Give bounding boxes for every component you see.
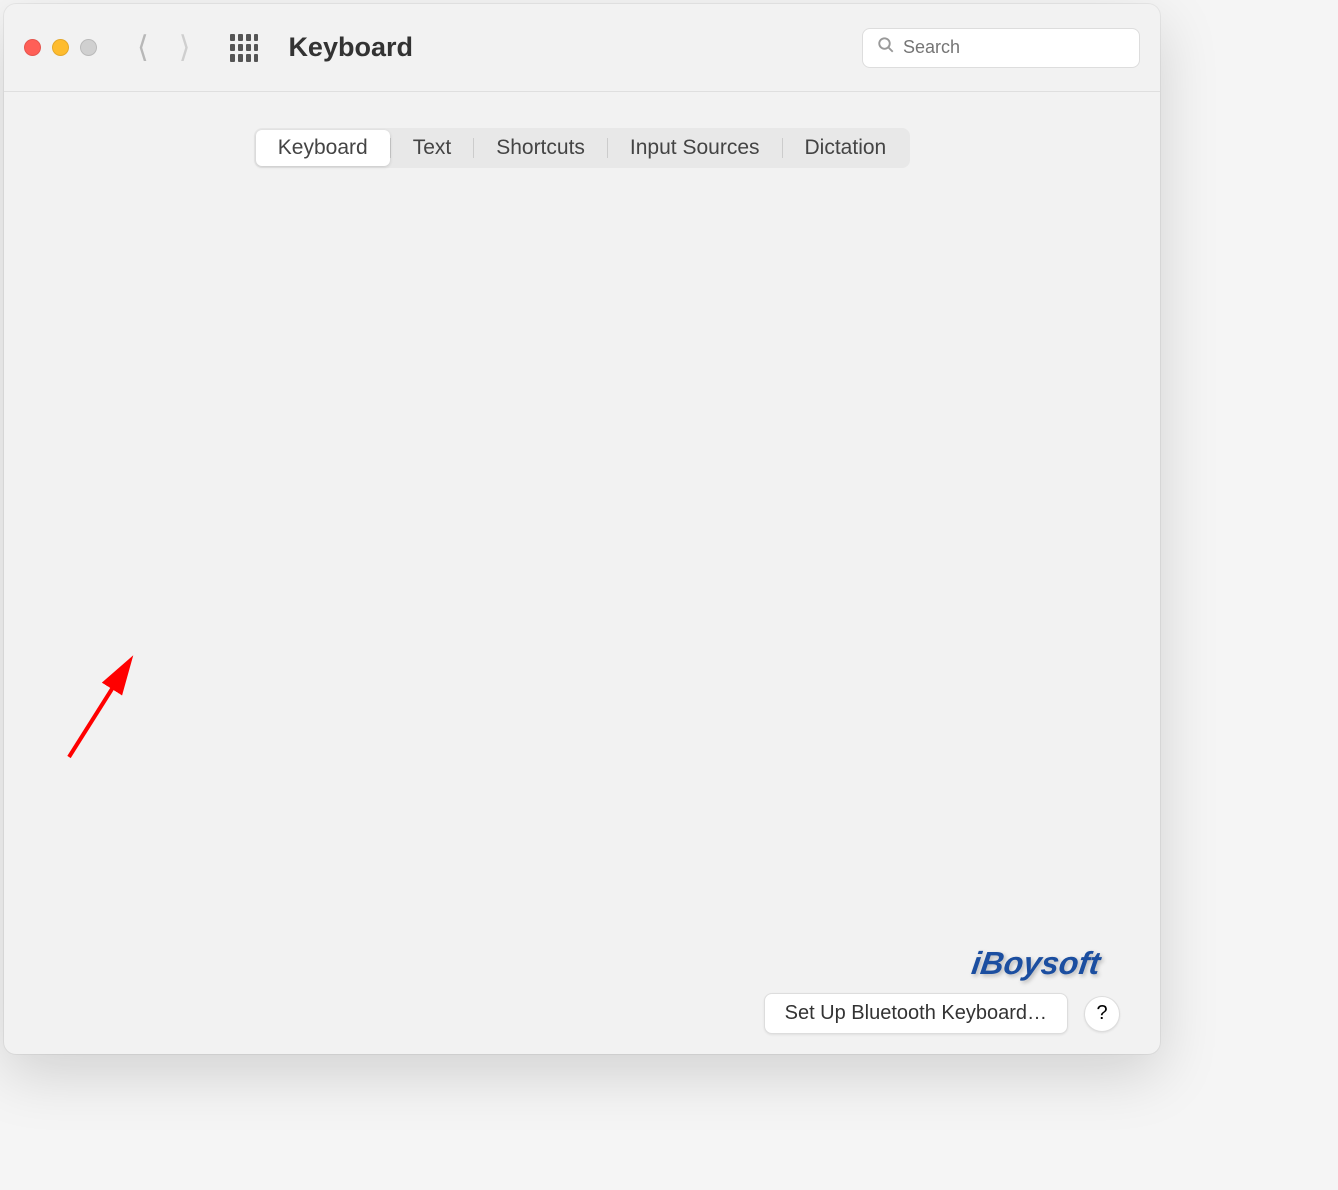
updown-arrows-icon: ▲▼ <box>630 478 654 504</box>
modifier-keys-button[interactable]: Modifier Keys… <box>906 876 1089 917</box>
key-repeat-fast: Fast <box>358 293 395 315</box>
checkmark-icon: ✓ <box>120 367 135 388</box>
function-keys-checkbox[interactable] <box>115 538 140 563</box>
key-repeat-slider[interactable] <box>115 273 395 279</box>
annotation-arrow-icon <box>64 647 154 767</box>
backlight-off-label-before: Turn keyboard backlight off after <box>154 415 454 439</box>
function-keys-row: Use F1, F2, etc. keys as standard functi… <box>115 538 1049 563</box>
backlight-off-label-after: of inactivity <box>606 415 710 439</box>
tab-keyboard[interactable]: Keyboard <box>256 130 390 166</box>
press-fn-row: Press fn key to Change Input Source ▲▼ <box>115 474 1049 508</box>
nav-arrows: ⟨ ⟩ <box>137 30 190 65</box>
key-repeat-off: Off <box>115 293 140 315</box>
tab-text[interactable]: Text <box>391 130 474 166</box>
delay-repeat-slider[interactable] <box>769 273 1049 279</box>
backlight-off-row: ✓ Turn keyboard backlight off after 10 s… <box>115 410 1049 444</box>
key-repeat-label: Key Repeat <box>115 229 395 253</box>
window-controls <box>24 39 97 56</box>
search-box[interactable] <box>862 28 1140 68</box>
titlebar: ⟨ ⟩ Keyboard <box>4 4 1160 92</box>
tab-shortcuts[interactable]: Shortcuts <box>474 130 607 166</box>
search-icon <box>877 36 895 60</box>
backlight-off-value: 10 secs <box>483 416 552 439</box>
checkmark-icon: ✓ <box>120 417 135 438</box>
updown-arrows-icon: ▲▼ <box>564 414 588 440</box>
tab-bar: Keyboard Text Shortcuts Input Sources Di… <box>254 128 910 168</box>
press-fn-value: Change Input Source <box>283 480 472 503</box>
adjust-brightness-checkbox[interactable]: ✓ <box>115 365 140 390</box>
keyboard-panel: Key Repeat Off Slow Fast <box>44 148 1120 948</box>
key-repeat-slow: Slow <box>150 293 191 315</box>
watermark: iBoysoft <box>969 945 1102 982</box>
key-repeat-block: Key Repeat Off Slow Fast <box>115 229 395 315</box>
bottom-controls: Set Up Bluetooth Keyboard… ? <box>764 993 1120 1034</box>
close-button[interactable] <box>24 39 41 56</box>
adjust-brightness-label: Adjust keyboard brightness in low light <box>154 366 511 390</box>
show-all-icon[interactable] <box>230 34 258 62</box>
window-title: Keyboard <box>288 32 862 63</box>
delay-repeat-thumb[interactable] <box>886 262 899 290</box>
delay-repeat-label: Delay Until Repeat <box>769 229 1049 253</box>
tab-input-sources[interactable]: Input Sources <box>608 130 782 166</box>
minimize-button[interactable] <box>52 39 69 56</box>
help-button[interactable]: ? <box>1084 996 1120 1032</box>
search-input[interactable] <box>903 37 1135 58</box>
maximize-button[interactable] <box>80 39 97 56</box>
preferences-window: ⟨ ⟩ Keyboard Keyboard Text Shortcuts Inp… <box>4 4 1160 1054</box>
backlight-off-select[interactable]: 10 secs ▲▼ <box>468 410 592 444</box>
adjust-brightness-row: ✓ Adjust keyboard brightness in low ligh… <box>115 365 1049 390</box>
function-keys-label: Use F1, F2, etc. keys as standard functi… <box>154 539 596 563</box>
delay-repeat-block: Delay Until Repeat Long Short <box>769 229 1049 315</box>
press-fn-select[interactable]: Change Input Source ▲▼ <box>268 474 658 508</box>
backlight-off-checkbox[interactable]: ✓ <box>115 415 140 440</box>
bluetooth-keyboard-button[interactable]: Set Up Bluetooth Keyboard… <box>764 993 1068 1034</box>
delay-short: Short <box>1004 293 1049 315</box>
delay-long: Long <box>769 293 811 315</box>
function-keys-hint: When this option is selected, press the … <box>153 571 1049 599</box>
key-repeat-thumb[interactable] <box>338 262 351 290</box>
back-button[interactable]: ⟨ <box>137 30 149 65</box>
content: Keyboard Text Shortcuts Input Sources Di… <box>4 92 1160 1054</box>
forward-button[interactable]: ⟩ <box>179 30 191 65</box>
tab-dictation[interactable]: Dictation <box>783 130 909 166</box>
press-fn-label: Press fn key to <box>115 479 254 503</box>
